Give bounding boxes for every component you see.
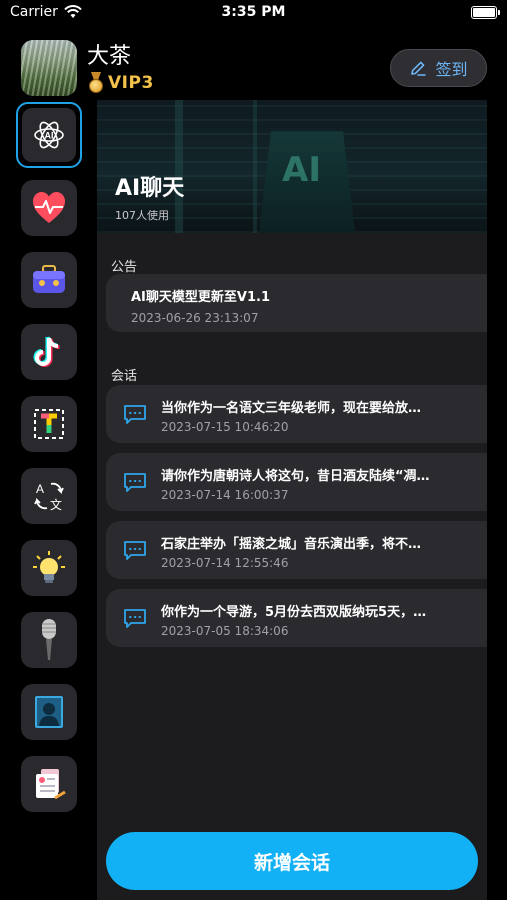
conversation-item[interactable]: 你作为一个导游，5月份去西双版纳玩5天，… 2023-07-05 18:34:0…	[106, 589, 487, 647]
new-conversation-button[interactable]: 新增会话	[106, 832, 478, 890]
conversation-title: 当你作为一名语文三年级老师，现在要给放…	[161, 401, 422, 416]
signin-label: 签到	[435, 60, 468, 79]
idea-bulb-icon	[33, 551, 65, 583]
svg-text:AI: AI	[45, 131, 54, 141]
chat-bubble-icon	[124, 609, 146, 628]
conversation-item[interactable]: 石家庄举办「摇滚之城」音乐演出季，将不… 2023-07-14 12:55:46	[106, 521, 487, 579]
user-avatar[interactable]	[21, 40, 77, 96]
vip-level: VIP3	[108, 73, 154, 93]
main-panel: AI AI聊天 107人使用 公告 AI聊天模型更新至V1.1 2023-06-…	[97, 100, 487, 900]
translate-icon: A 文	[34, 482, 64, 512]
conversation-title: 你作为一个导游，5月份去西双版纳玩5天，…	[161, 605, 427, 620]
ai-chat-icon: AI	[34, 121, 64, 149]
conversation-time: 2023-07-05 18:34:06	[161, 624, 289, 638]
banner-image-text: AI	[282, 150, 321, 190]
notice-section-label: 公告	[111, 260, 138, 275]
sidebar-item-document[interactable]	[21, 756, 77, 812]
conversation-section-label: 会话	[111, 369, 138, 384]
username: 大茶	[87, 44, 132, 69]
notice-time: 2023-06-26 23:13:07	[131, 311, 259, 325]
feature-banner: AI AI聊天 107人使用	[97, 100, 487, 233]
health-icon	[33, 192, 65, 223]
sidebar-item-microphone[interactable]	[21, 612, 77, 668]
conversation-title: 石家庄举办「摇滚之城」音乐演出季，将不…	[161, 537, 422, 552]
text-extract-icon	[34, 409, 64, 439]
portrait-icon	[35, 696, 63, 728]
chat-bubble-icon	[124, 405, 146, 424]
sidebar-item-tiktok[interactable]	[21, 324, 77, 380]
status-time: 3:35 PM	[221, 4, 286, 20]
signin-button[interactable]: 签到	[390, 49, 487, 87]
sidebar-item-text-extract[interactable]	[21, 396, 77, 452]
sidebar-item-health[interactable]	[21, 180, 77, 236]
chat-bubble-icon	[124, 541, 146, 560]
sidebar-item-briefcase[interactable]	[21, 252, 77, 308]
sidebar-item-portrait[interactable]	[21, 684, 77, 740]
microphone-icon	[42, 619, 56, 660]
feature-title: AI聊天	[115, 176, 185, 201]
tiktok-icon	[33, 336, 60, 367]
notice-card[interactable]: AI聊天模型更新至V1.1 2023-06-26 23:13:07	[106, 274, 487, 332]
sidebar-item-ai-chat[interactable]: AI	[16, 102, 82, 168]
conversation-time: 2023-07-15 10:46:20	[161, 420, 289, 434]
chat-bubble-icon	[124, 473, 146, 492]
notice-title: AI聊天模型更新至V1.1	[131, 290, 270, 305]
briefcase-icon	[33, 265, 65, 293]
conversation-title: 请你作为唐朝诗人将这句，昔日酒友陆续“凋…	[161, 469, 430, 484]
svg-text:A: A	[36, 482, 44, 496]
conversation-item[interactable]: 当你作为一名语文三年级老师，现在要给放… 2023-07-15 10:46:20	[106, 385, 487, 443]
sidebar-item-idea[interactable]	[21, 540, 77, 596]
status-bar: Carrier 3:35 PM	[0, 0, 507, 28]
conversation-time: 2023-07-14 12:55:46	[161, 556, 289, 570]
vip-badge: VIP3	[87, 72, 154, 94]
medal-icon	[87, 72, 105, 94]
conversation-time: 2023-07-14 16:00:37	[161, 488, 289, 502]
usage-count: 107人使用	[115, 209, 169, 222]
svg-text:文: 文	[50, 497, 62, 512]
sidebar-item-translate[interactable]: A 文	[21, 468, 77, 524]
conversation-item[interactable]: 请你作为唐朝诗人将这句，昔日酒友陆续“凋… 2023-07-14 16:00:3…	[106, 453, 487, 511]
edit-icon	[411, 61, 427, 76]
battery-icon	[471, 6, 500, 19]
document-icon	[36, 769, 66, 800]
